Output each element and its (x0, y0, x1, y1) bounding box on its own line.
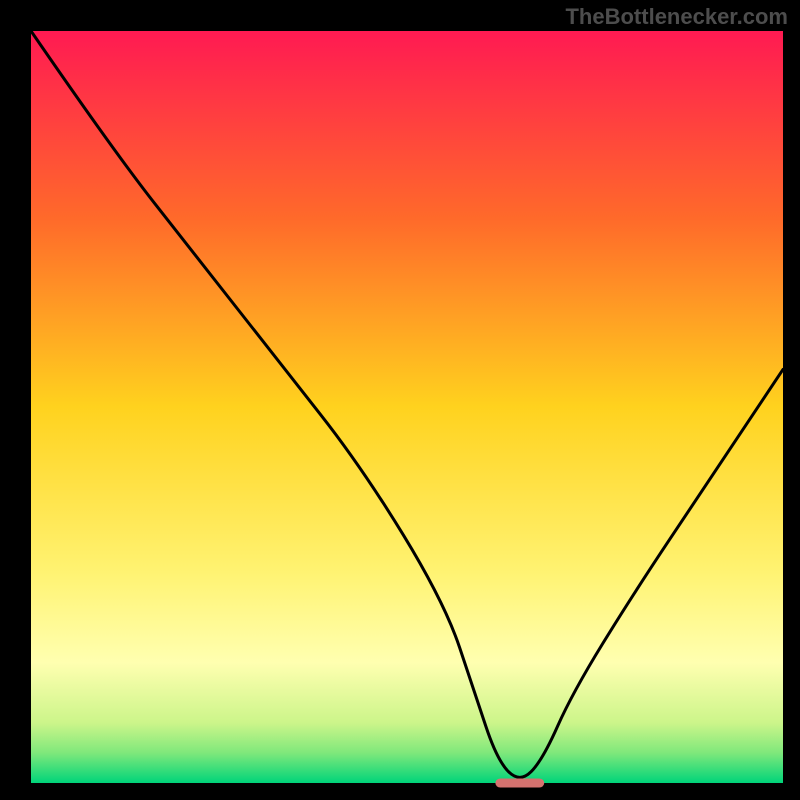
optimum-marker (495, 778, 544, 787)
bottleneck-chart: TheBottlenecker.com (0, 0, 800, 800)
plot-area (31, 31, 783, 783)
watermark-text: TheBottlenecker.com (565, 4, 788, 29)
